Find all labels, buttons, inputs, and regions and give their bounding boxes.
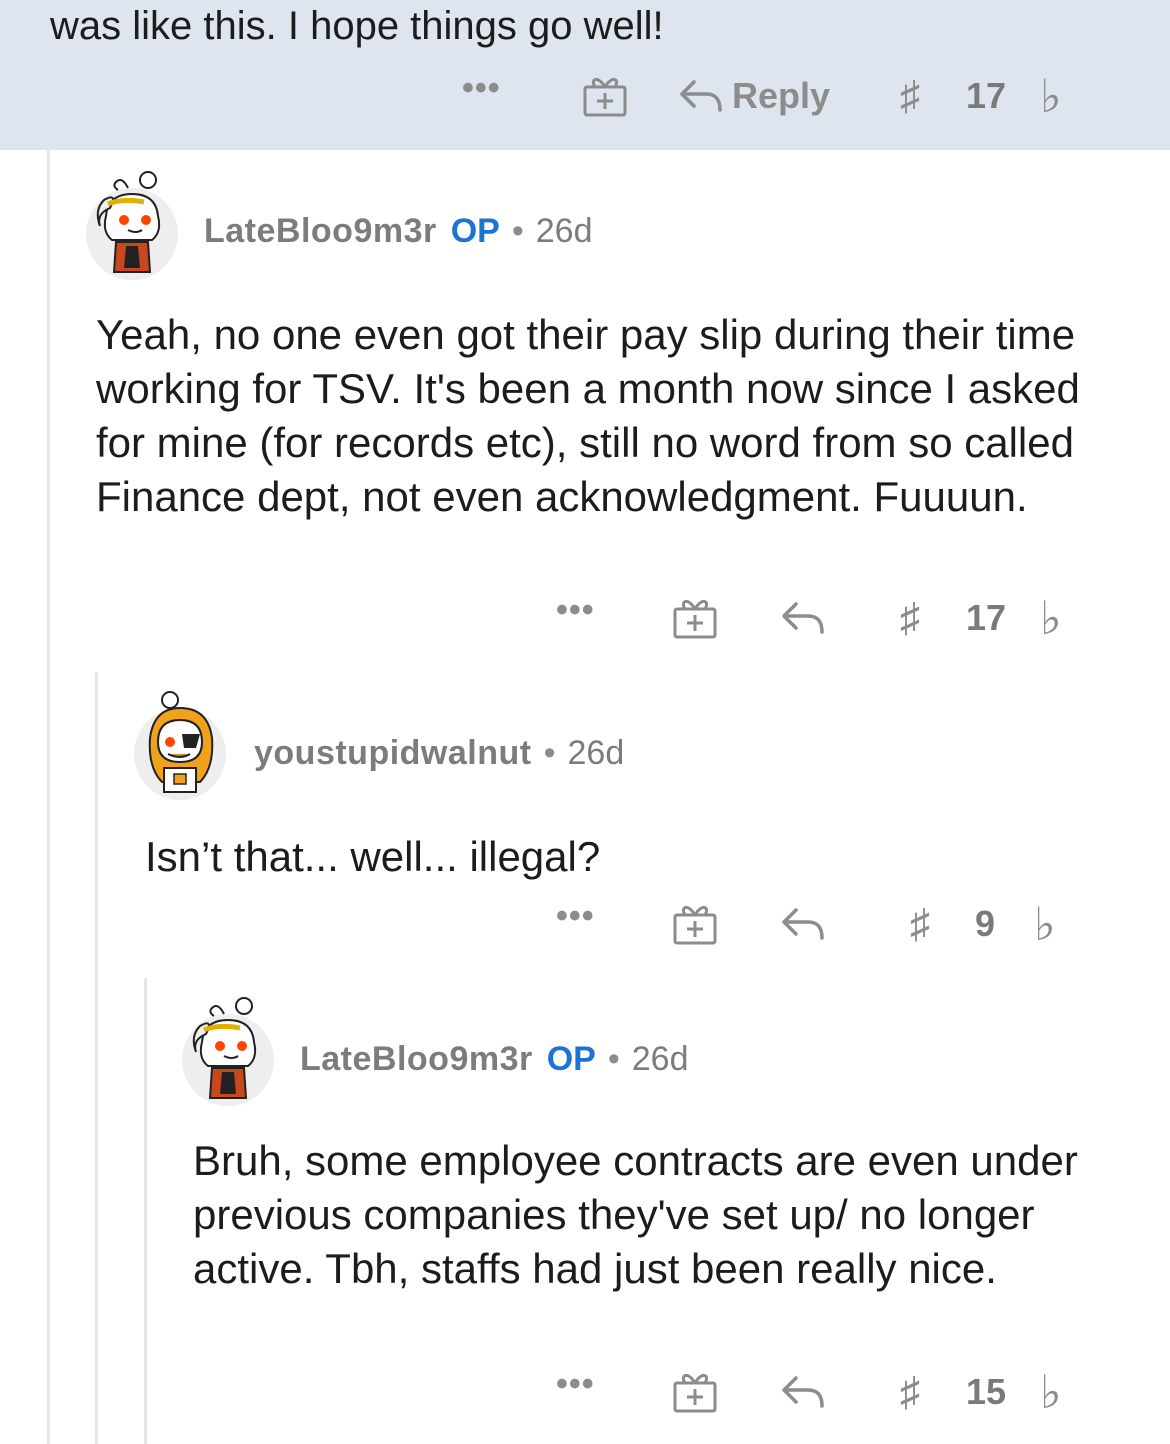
reply-icon [782,602,824,634]
reply-label: Reply [732,75,831,116]
separator-dot: • [511,212,524,250]
downvote-icon[interactable]: ♭ [1040,588,1062,648]
comment-action-bar: ••• ♯ 15 ♭ [0,1362,1170,1422]
award-icon [673,600,717,639]
comment-body: Isn’t that... well... illegal? [145,833,601,880]
downvote-icon[interactable]: ♭ [1040,1362,1062,1422]
comment-header: LateBloo9m3r OP • 26d [300,1040,689,1079]
parent-comment-text: was like this. I hope things go well! [50,4,664,48]
more-icon: ••• [556,897,595,935]
comment-body: Bruh, some employee contracts are even u… [193,1137,1078,1292]
op-badge: OP [546,1040,596,1078]
award-icon [673,1374,717,1413]
comment-header: youstupidwalnut • 26d [254,734,624,773]
reply-button[interactable] [780,588,826,648]
award-button[interactable] [582,66,628,126]
vote-count: 15 [966,1371,1007,1412]
comment-action-bar: ••• ♯ 9 ♭ [0,894,1170,954]
reply-icon [782,908,824,940]
comment-action-bar: ••• ♯ 17 ♭ [0,588,1170,648]
more-icon: ••• [556,1365,595,1403]
comment-header: LateBloo9m3r OP • 26d [204,212,593,251]
thread-line-level-1[interactable] [47,150,50,1444]
thread-line-level-2[interactable] [95,672,98,1444]
more-options-button[interactable]: ••• [462,66,501,126]
username[interactable]: LateBloo9m3r [300,1040,533,1079]
username[interactable]: LateBloo9m3r [204,212,437,251]
upvote-icon[interactable]: ♯ [900,1362,920,1422]
upvote-icon[interactable]: ♯ [900,66,920,126]
vote-count: 17 [966,597,1007,638]
parent-action-bar: ••• Reply ♯ 17 ♭ [0,66,1170,126]
reply-icon [782,1376,824,1408]
comment-age: 26d [631,1040,689,1078]
avatar[interactable] [178,996,278,1106]
op-badge: OP [450,212,500,250]
vote-count: 17 [966,75,1007,116]
downvote-icon[interactable]: ♭ [1040,66,1062,126]
vote-count: 9 [975,903,996,944]
comment-age: 26d [535,212,593,250]
parent-comment: was like this. I hope things go well! ••… [0,0,1170,150]
comment-age: 26d [567,734,625,772]
comment-body: Yeah, no one even got their pay slip dur… [96,311,1080,520]
award-button[interactable] [672,1362,718,1422]
reply-button[interactable] [780,1362,826,1422]
reply-button[interactable]: Reply [678,66,830,126]
award-button[interactable] [672,894,718,954]
award-icon [673,906,717,945]
separator-dot: • [607,1040,620,1078]
reply-icon [680,80,722,112]
more-options-button[interactable]: ••• [556,894,595,954]
upvote-icon[interactable]: ♯ [900,588,920,648]
avatar[interactable] [130,690,230,800]
more-options-button[interactable]: ••• [556,588,595,648]
award-icon [583,78,627,117]
reply-button[interactable] [780,894,826,954]
more-icon: ••• [462,69,501,107]
award-button[interactable] [672,588,718,648]
avatar[interactable] [82,170,182,280]
downvote-icon[interactable]: ♭ [1034,894,1056,954]
username[interactable]: youstupidwalnut [254,734,532,773]
more-icon: ••• [556,591,595,629]
upvote-icon[interactable]: ♯ [910,894,930,954]
separator-dot: • [543,734,556,772]
more-options-button[interactable]: ••• [556,1362,595,1422]
